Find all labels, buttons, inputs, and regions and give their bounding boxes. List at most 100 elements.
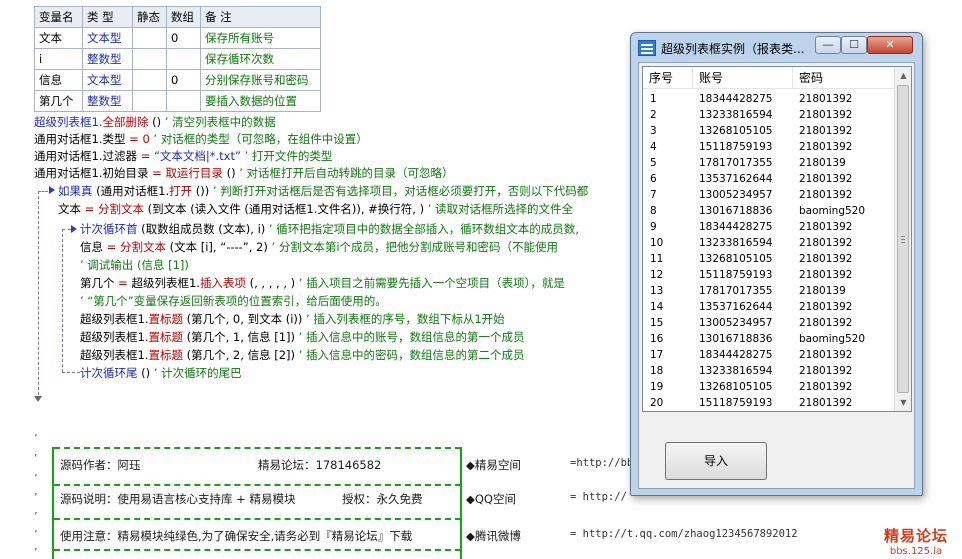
row-password: 21801392 — [799, 125, 853, 137]
variable-table-header: 变量名 类 型 静态 数组 备 注 — [34, 6, 321, 28]
variable-row[interactable]: 文本 文本型 0 保存所有账号 — [34, 27, 321, 49]
listview-scrollbar[interactable]: ▲ ▼ — [894, 67, 911, 411]
variable-row[interactable]: 信息 文本型 0 分别保存账号和密码 — [34, 69, 321, 91]
forum-watermark: 精易论坛 bbs.125.la — [884, 525, 948, 557]
code-token: = — [103, 240, 120, 254]
comment-mark: ’ — [34, 510, 38, 523]
listview-row[interactable]: 20 15118759193 21801392 — [643, 395, 895, 411]
listview-row[interactable]: 1 18344428275 21801392 — [643, 91, 895, 107]
row-password: 21801392 — [799, 173, 853, 185]
app-icon — [638, 40, 656, 56]
comment-mark: ’ — [34, 432, 38, 445]
comment-mark: ’ — [34, 528, 38, 541]
column-header-password[interactable]: 密码 — [793, 67, 895, 89]
row-password: 21801392 — [799, 237, 853, 249]
code-token: = — [81, 202, 98, 216]
row-index: 8 — [650, 205, 657, 217]
variable-row[interactable]: 第几个 整数型 要插入数据的位置 — [34, 90, 321, 112]
code-keyword: 如果真 — [58, 184, 93, 198]
code-line[interactable]: 计次循环首 (取数组成员数 (文本), i) ’ 循环把指定项目中的数据全部插入… — [80, 221, 579, 237]
flow-line — [38, 191, 39, 400]
code-line[interactable]: 文本 = 分割文本 (到文本 (读入文件 (通用对话框1.文件名)), #换行符… — [58, 201, 573, 217]
code-line[interactable]: 超级列表框1.全部删除 () ’ 清空列表框中的数据 — [34, 114, 276, 130]
code-token: 全部删除 — [102, 115, 149, 129]
listview-demo-window[interactable]: 超级列表框实例（报表类... — ☐ ✕ 序号 账号 密码 1 183444282… — [630, 32, 923, 496]
row-password: 21801392 — [799, 301, 853, 313]
listview-row[interactable]: 18 13233816594 21801392 — [643, 363, 895, 379]
listview-row[interactable]: 6 13537162644 21801392 — [643, 171, 895, 187]
code-token: 分割文本 — [97, 202, 144, 216]
import-button[interactable]: 导入 — [665, 442, 767, 480]
listview-row[interactable]: 17 18344428275 21801392 — [643, 347, 895, 363]
row-index: 10 — [650, 237, 664, 249]
column-header-index[interactable]: 序号 — [643, 67, 693, 89]
code-line[interactable]: 第几个 = 超级列表框1.插入表项 (, , , , , ) ’ 插入项目之前需… — [80, 275, 565, 291]
listview-row[interactable]: 10 13233816594 21801392 — [643, 235, 895, 251]
code-token: 通用对话框1.过滤器 — [34, 149, 137, 163]
code-line[interactable]: 通用对话框1.初始目录 = 取运行目录 () ’ 对话框打开后自动转跳的目录（可… — [34, 165, 454, 181]
code-line[interactable]: 超级列表框1.置标题 (第几个, 2, 信息 [2]) ’ 插入信息中的密码，数… — [80, 347, 524, 363]
flow-arrow-icon — [49, 186, 55, 194]
row-password: 21801392 — [799, 317, 853, 329]
code-comment: ’ 清空列表框中的数据 — [164, 115, 276, 129]
listview-row[interactable]: 7 13005234957 21801392 — [643, 187, 895, 203]
listview-row[interactable]: 11 13268105105 21801392 — [643, 251, 895, 267]
code-line[interactable]: 通用对话框1.类型 = 0 ’ 对话框的类型（可忽略，在组件中设置） — [34, 131, 368, 147]
row-password: 21801392 — [799, 141, 853, 153]
row-index: 11 — [650, 253, 664, 265]
listview-row[interactable]: 9 18344428275 21801392 — [643, 219, 895, 235]
listview-row[interactable]: 5 17817017355 2180139 — [643, 155, 895, 171]
code-comment: ’ 分割文本第i个成员，把他分割成账号和密码（不能使用 — [267, 240, 559, 254]
comment-box-border — [54, 447, 461, 449]
variable-table: 变量名 类 型 静态 数组 备 注 文本 文本型 0 保存所有账号 i 整数型 … — [34, 6, 321, 112]
code-line[interactable]: 超级列表框1.置标题 (第几个, 1, 信息 [1]) ’ 插入信息中的账号，数… — [80, 329, 524, 345]
code-line[interactable]: 信息 = 分割文本 (文本 [i], “----”, 2) ’ 分割文本第i个成… — [80, 239, 558, 255]
listview-row[interactable]: 13 17817017355 2180139 — [643, 283, 895, 299]
listview-row[interactable]: 3 13268105105 21801392 — [643, 123, 895, 139]
qq-space-label: ◆QQ空间 — [466, 492, 516, 506]
code-comment: ’ 对话框的类型（可忽略，在组件中设置） — [149, 132, 368, 146]
code-token: 打开 — [169, 184, 193, 198]
maximize-button[interactable]: ☐ — [841, 36, 867, 54]
scroll-up-icon[interactable]: ▲ — [895, 67, 911, 84]
code-token: () — [148, 115, 165, 129]
row-account: 15118759193 — [699, 141, 773, 153]
report-listview[interactable]: 序号 账号 密码 1 18344428275 21801392 2 1323381659… — [642, 66, 912, 412]
code-token: (, , , , , ) — [245, 276, 296, 290]
listview-row[interactable]: 19 13268105105 21801392 — [643, 379, 895, 395]
listview-row[interactable]: 12 15118759193 21801392 — [643, 267, 895, 283]
listview-row[interactable]: 8 13016718836 baoming520 — [643, 203, 895, 219]
loop-line — [62, 372, 80, 373]
code-token: 通用对话框1.类型 — [34, 132, 126, 146]
scroll-down-icon[interactable]: ▼ — [895, 394, 911, 411]
loop-line — [62, 229, 71, 230]
code-token: 信息 — [80, 240, 103, 254]
comment-mark: ’ — [34, 472, 38, 485]
listview-row[interactable]: 4 15118759193 21801392 — [643, 139, 895, 155]
variable-row[interactable]: i 整数型 保存循环次数 — [34, 48, 321, 70]
minimize-button[interactable]: — — [815, 36, 841, 54]
close-button[interactable]: ✕ — [867, 36, 913, 54]
watermark-url: bbs.125.la — [889, 546, 943, 557]
window-titlebar[interactable]: 超级列表框实例（报表类... — ☐ ✕ — [631, 33, 922, 61]
listview-row[interactable]: 15 13005234957 21801392 — [643, 315, 895, 331]
listview-row[interactable]: 16 13016718836 baoming520 — [643, 331, 895, 347]
row-account: 13016718836 — [699, 205, 773, 217]
scroll-thumb[interactable] — [897, 85, 909, 393]
code-token: = — [125, 132, 143, 146]
listview-row[interactable]: 14 13537162644 21801392 — [643, 299, 895, 315]
code-line[interactable]: 如果真 (通用对话框1.打开 ()) ’ 判断打开对话框后是否有选择项目，对话框… — [58, 183, 588, 199]
code-token: = — [148, 166, 166, 180]
code-line[interactable]: ’ “第几个”变量保存返回新表项的位置索引，给后面使用的。 — [80, 293, 387, 309]
code-line[interactable]: 计次循环尾 () ’ 计次循环的尾巴 — [80, 365, 242, 381]
column-header-account[interactable]: 账号 — [693, 67, 793, 89]
weibo-url: = http://t.qq.com/zhaog1234567892012 — [570, 528, 798, 540]
code-line[interactable]: 通用对话框1.过滤器 = “文本文档|*.txt” ’ 打开文件的类型 — [34, 148, 332, 164]
listview-row[interactable]: 2 13233816594 21801392 — [643, 107, 895, 123]
code-line[interactable]: ’ 调试输出 (信息 [1]) — [80, 257, 189, 273]
code-keyword: 计次循环尾 — [80, 366, 138, 380]
license-text: 授权：永久免费 — [342, 492, 423, 506]
row-account: 15118759193 — [699, 397, 773, 409]
code-token: 第几个 — [80, 276, 115, 290]
code-line[interactable]: 超级列表框1.置标题 (第几个, 0, 到文本 (i)) ’ 插入列表框的序号，… — [80, 311, 505, 327]
